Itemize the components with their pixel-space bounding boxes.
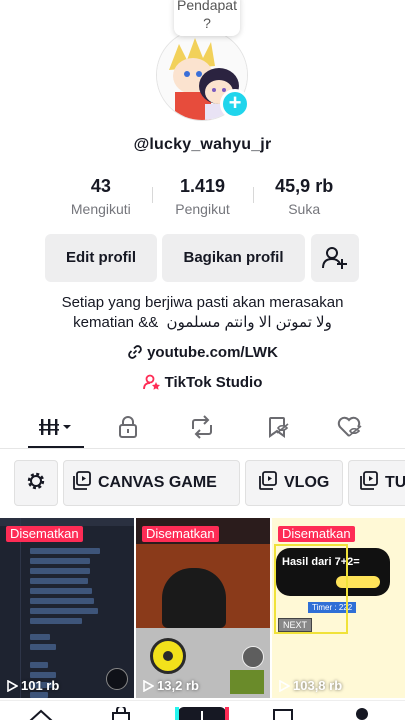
link-icon (128, 345, 142, 359)
fab-icon (242, 646, 264, 668)
fab-icon (106, 668, 128, 690)
repost-icon (192, 415, 212, 439)
studio-icon (142, 374, 160, 390)
stat-label: Mengikuti (70, 201, 131, 217)
game-button (230, 670, 264, 694)
view-count: 101 rb (6, 678, 59, 693)
stat-likes[interactable]: 45,9 rb Suka (253, 175, 355, 219)
pinned-badge: Disematkan (142, 526, 219, 542)
share-profile-button[interactable]: Bagikan profil (162, 234, 305, 282)
playlist-icon (73, 471, 91, 490)
stat-following[interactable]: 43 Mengikuti (50, 175, 152, 219)
lock-icon (119, 416, 137, 438)
play-icon (279, 679, 291, 693)
view-count: 103,8 rb (278, 678, 342, 693)
stat-label: Pengikut (175, 201, 230, 217)
play-icon (143, 679, 155, 693)
bio-line-1: Setiap yang berjiwa pasti akan merasakan (61, 294, 344, 311)
stat-value: 45,9 rb (275, 176, 334, 196)
bio-line-2-left: kematian && (73, 314, 159, 331)
studio-text: TikTok Studio (164, 374, 263, 391)
bottom-navigation (0, 700, 405, 720)
bio-line-2-arabic: ولا تموتن الا وانتم مسلمون (166, 314, 332, 331)
view-count-text: 13,2 rb (157, 678, 199, 693)
bio-link[interactable]: youtube.com/LWK (0, 343, 405, 363)
pinned-badge: Disematkan (278, 526, 355, 542)
playlist-chip-canvas-game[interactable]: CANVAS GAME (63, 460, 240, 506)
stat-value: 43 (90, 176, 111, 196)
shop-icon[interactable] (110, 707, 132, 720)
profile-icon[interactable] (355, 707, 369, 720)
link-text: youtube.com/LWK (147, 344, 278, 361)
tiktok-studio-link[interactable]: TikTok Studio (0, 373, 405, 393)
playlist-icon (360, 471, 378, 490)
edit-profile-button[interactable]: Edit profil (45, 234, 157, 282)
playlist-label: CANVAS GAME (98, 474, 217, 491)
view-count-text: 101 rb (21, 678, 60, 693)
feedback-tooltip[interactable]: Pendapat ? (174, 0, 240, 36)
playlist-chip-vlog[interactable]: VLOG (245, 460, 343, 506)
tab-private[interactable] (98, 405, 158, 449)
bookmark-hidden-icon (269, 417, 289, 438)
quiz-frame (274, 544, 348, 634)
video-thumbnail[interactable]: Disematkan 13,2 rb (136, 518, 270, 698)
create-button[interactable] (175, 707, 229, 720)
tab-videos[interactable] (26, 405, 86, 449)
playlist-label: VLOG (284, 474, 330, 491)
joystick-icon (150, 638, 186, 674)
play-icon (7, 679, 19, 693)
stat-label: Suka (288, 201, 321, 217)
bio-line-2: kematian && ولا تموتن الا وانتم مسلمون (0, 313, 405, 333)
game-character (162, 568, 226, 628)
content-tabs (0, 405, 405, 449)
view-count: 13,2 rb (142, 678, 199, 693)
gear-icon (27, 472, 45, 490)
playlist-icon (259, 471, 277, 490)
tooltip-text: Pendapat ? (177, 0, 237, 31)
pinned-badge: Disematkan (6, 526, 83, 542)
video-thumbnail[interactable]: Disematkan Hasil dari 7+2= Timer : 222 N… (272, 518, 405, 698)
inbox-icon[interactable] (272, 709, 294, 720)
profile-stats: 43 Mengikuti 1.419 Pengikut 45,9 rb Suka (50, 175, 355, 219)
tab-reposts[interactable] (172, 405, 232, 449)
playlist-settings-button[interactable] (14, 460, 58, 506)
bio: Setiap yang berjiwa pasti akan merasakan… (0, 293, 405, 333)
add-friend-button[interactable] (311, 234, 359, 282)
heart-hidden-icon (337, 416, 362, 437)
grid-menu-icon (39, 419, 71, 435)
video-grid: Disematkan 101 rb Disematkan 13,2 rb Dis… (0, 518, 405, 698)
playlist-label: TU (385, 474, 405, 491)
tab-liked[interactable] (320, 405, 380, 449)
tab-saved[interactable] (248, 405, 308, 449)
video-thumbnail[interactable]: Disematkan 101 rb (0, 518, 134, 698)
view-count-text: 103,8 rb (293, 678, 343, 693)
username: @lucky_wahyu_jr (133, 136, 272, 153)
add-avatar-button[interactable]: + (220, 89, 250, 119)
active-tab-indicator (28, 446, 84, 448)
gutter-line (20, 518, 21, 698)
stat-value: 1.419 (179, 176, 226, 196)
home-icon[interactable] (28, 707, 54, 720)
stat-followers[interactable]: 1.419 Pengikut (151, 175, 254, 219)
playlist-chip-tu[interactable]: TU (348, 460, 405, 506)
add-user-icon (322, 247, 347, 269)
